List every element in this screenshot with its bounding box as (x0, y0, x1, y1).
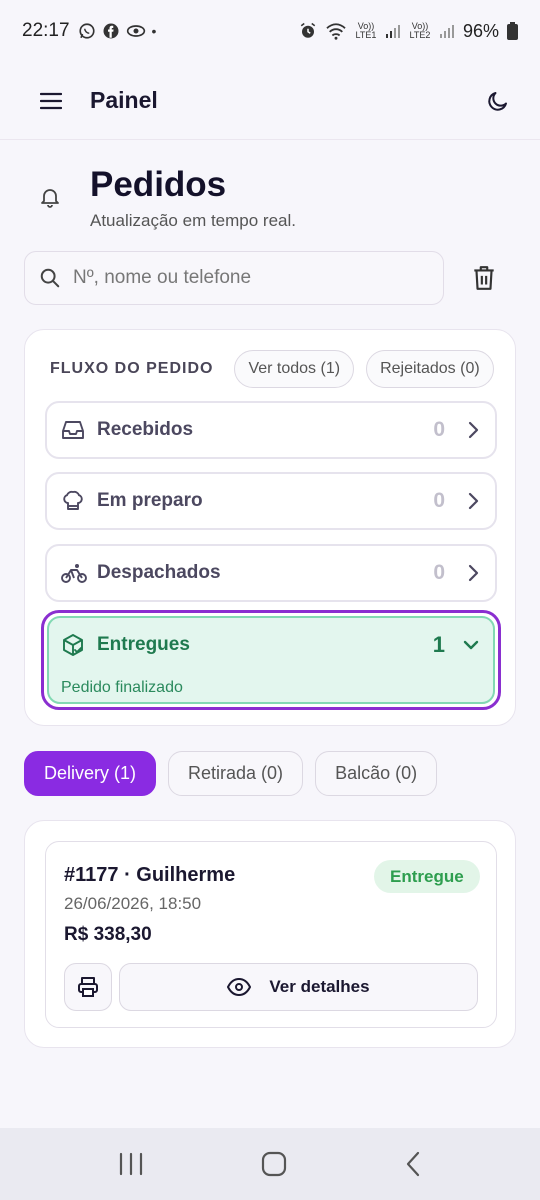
rejected-button[interactable]: Rejeitados (0) (366, 350, 494, 388)
view-all-button[interactable]: Ver todos (1) (234, 350, 355, 388)
orders-list-card: #1177 · Guilherme Entregue 26/06/2026, 1… (24, 820, 516, 1048)
printer-icon (78, 977, 98, 997)
chef-hat-icon (63, 490, 83, 510)
eye-icon (126, 25, 145, 37)
facebook-icon (103, 23, 119, 39)
home-icon[interactable] (261, 1151, 287, 1177)
stage-name: Despachados (97, 562, 221, 583)
stage-description: Pedido finalizado (61, 679, 183, 696)
moon-icon[interactable] (486, 89, 510, 113)
volte1-label: Vo)) LTE1 (355, 21, 377, 40)
search-input[interactable] (73, 267, 403, 289)
stage-name: Recebidos (97, 419, 194, 440)
stage-count: 0 (433, 489, 445, 512)
page-title: Pedidos (90, 165, 227, 204)
trash-icon[interactable] (471, 264, 497, 292)
chevron-right-icon (468, 564, 479, 582)
view-details-label: Ver detalhes (269, 977, 370, 996)
status-badge: Entregue (374, 860, 480, 893)
chevron-right-icon (468, 421, 479, 439)
order-card[interactable]: #1177 · Guilherme Entregue 26/06/2026, 1… (45, 841, 497, 1028)
bike-icon (61, 564, 87, 583)
back-icon[interactable] (404, 1151, 422, 1177)
whatsapp-icon (78, 23, 95, 39)
page-header: Pedidos Atualização em tempo real. (38, 165, 508, 231)
tab-counter[interactable]: Balcão (0) (315, 751, 438, 796)
search-icon (40, 268, 60, 288)
alarm-icon (300, 22, 316, 38)
print-button[interactable] (64, 963, 112, 1011)
signal-icon-1 (385, 25, 400, 38)
chevron-right-icon (468, 492, 479, 510)
app-title: Painel (90, 87, 158, 113)
order-type-tabs: Delivery (1) Retirada (0) Balcão (0) (24, 751, 438, 796)
status-bar: 22:17 • Vo)) LTE1 Vo)) LTE2 96% (0, 0, 540, 62)
app-bar: Painel (0, 62, 540, 140)
stage-count: 0 (433, 561, 445, 584)
tab-delivery[interactable]: Delivery (1) (24, 751, 157, 796)
order-flow-card: FLUXO DO PEDIDO Ver todos (1) Rejeitados… (24, 329, 516, 726)
stage-name: Em preparo (97, 490, 203, 511)
search-box[interactable] (24, 251, 444, 305)
order-datetime: 26/06/2026, 18:50 (64, 894, 202, 913)
chevron-down-icon (463, 640, 479, 650)
notification-dot: • (151, 23, 157, 39)
stage-preparing[interactable]: Em preparo 0 (45, 472, 497, 530)
eye-icon (227, 978, 252, 996)
page-subtitle: Atualização em tempo real. (90, 211, 296, 230)
recent-apps-icon[interactable] (118, 1152, 144, 1176)
menu-icon[interactable] (40, 91, 62, 111)
stage-count: 1 (432, 632, 445, 657)
order-total: R$ 338,30 (64, 924, 152, 945)
volte2-label: Vo)) LTE2 (409, 21, 431, 40)
status-time: 22:17 (22, 20, 70, 41)
wifi-icon (326, 23, 346, 40)
tab-pickup[interactable]: Retirada (0) (168, 751, 304, 796)
battery-icon (507, 22, 518, 40)
signal-icon-2 (439, 25, 454, 38)
package-check-icon (63, 634, 83, 656)
stage-name: Entregues (97, 634, 190, 655)
flow-label: FLUXO DO PEDIDO (50, 360, 214, 377)
stage-received[interactable]: Recebidos 0 (45, 401, 497, 459)
system-nav-bar (0, 1128, 540, 1200)
order-id-name: #1177 · Guilherme (64, 864, 236, 886)
battery-percent: 96% (462, 20, 499, 41)
inbox-icon (62, 421, 84, 439)
stage-dispatched[interactable]: Despachados 0 (45, 544, 497, 602)
stage-delivered[interactable]: Entregues 1 Pedido finalizado (41, 610, 501, 710)
bell-icon[interactable] (38, 185, 62, 209)
stage-count: 0 (433, 418, 445, 441)
view-details-button[interactable]: Ver detalhes (119, 963, 478, 1011)
